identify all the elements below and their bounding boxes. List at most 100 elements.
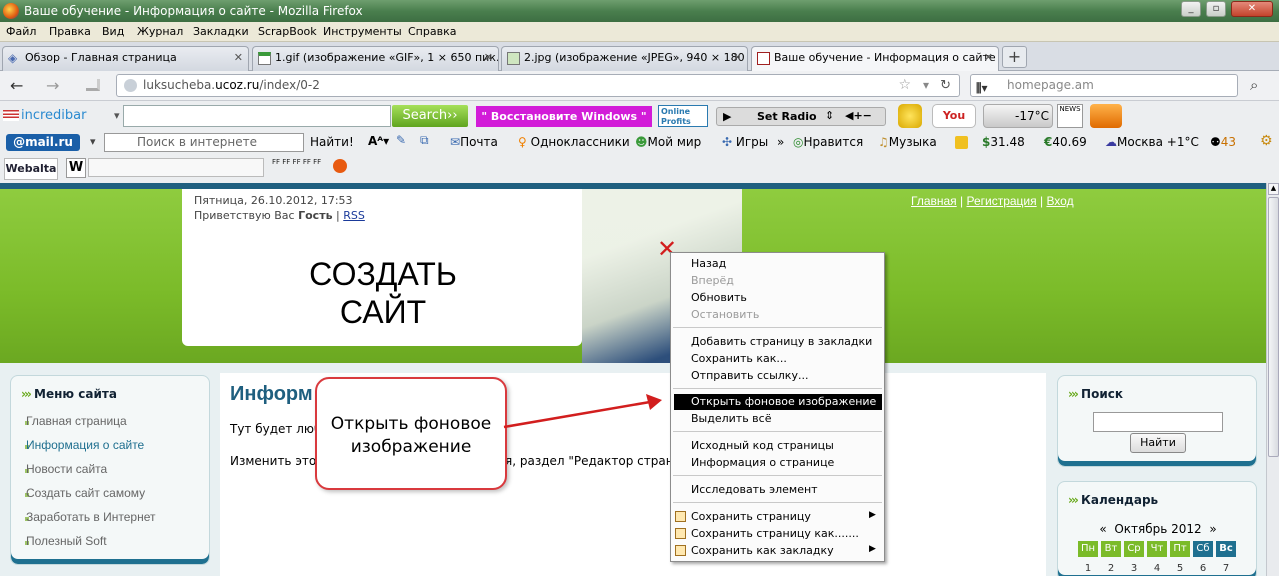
menu-bookmarks[interactable]: Закладки — [193, 25, 249, 38]
ctx-back[interactable]: Назад — [691, 257, 726, 270]
addon-icon[interactable] — [333, 159, 347, 173]
ctx-reload[interactable]: Обновить — [691, 291, 747, 304]
scroll-up-icon[interactable]: ▲ — [1268, 183, 1279, 195]
tab-jpg[interactable]: 2.jpg (изображение «JPEG», 940 × 180 ...… — [501, 46, 748, 71]
mailru-search-input[interactable]: Поиск в интернете — [104, 133, 304, 152]
calendar-date[interactable]: 3 — [1124, 561, 1144, 576]
dropdown-icon[interactable]: ▾ — [923, 75, 929, 96]
calendar-date[interactable]: 1 — [1078, 561, 1098, 576]
highlighter-icon[interactable]: ✎ — [396, 133, 406, 147]
search-icon[interactable]: ⌕ — [1250, 76, 1258, 94]
link-moy-mir[interactable]: ☻Мой мир — [635, 135, 701, 149]
menu-file[interactable]: Файл — [6, 25, 36, 38]
encoding-buttons[interactable]: FF FF FF FF FF — [272, 158, 321, 166]
reload-icon[interactable]: ↻ — [940, 75, 951, 96]
font-size-icon[interactable]: Aᴬ▾ — [368, 134, 389, 148]
link-like[interactable]: ◎Нравится — [793, 135, 863, 149]
gear-icon[interactable]: ⚙ — [1260, 133, 1273, 149]
mailru-logo[interactable]: @mail.ru — [6, 134, 80, 151]
minimize-button[interactable]: _ — [1181, 1, 1201, 17]
wiki-icon[interactable]: W — [66, 158, 86, 178]
menu-scrapbook[interactable]: ScrapBook — [258, 25, 317, 38]
calendar-next[interactable]: » — [1209, 522, 1216, 536]
calendar-date[interactable]: 2 — [1101, 561, 1121, 576]
ctx-bookmark-page[interactable]: Добавить страницу в закладки — [691, 335, 872, 348]
site-logo-text[interactable]: СОЗДАТЬ САЙТ — [182, 255, 584, 331]
screenshot-icon[interactable]: ⧉ — [420, 133, 429, 148]
mail-envelope-icon[interactable] — [1090, 104, 1122, 128]
incredibar-search-button[interactable]: Search›› — [392, 105, 468, 127]
menu-edit[interactable]: Правка — [49, 25, 91, 38]
ctx-save-page-as[interactable]: Сохранить страницу как....... — [691, 527, 859, 540]
webalta-logo[interactable]: Webalta — [4, 158, 58, 180]
url-bar[interactable]: luksucheba.ucoz.ru/index/0-2 ☆ ▾ ↻ — [116, 74, 960, 97]
news-button[interactable]: NEWS — [1057, 104, 1083, 128]
incredibar-search-input[interactable] — [123, 105, 391, 127]
link-music[interactable]: ♫Музыка — [878, 135, 937, 149]
menu-help[interactable]: Справка — [408, 25, 456, 38]
close-icon[interactable]: ✕ — [484, 47, 493, 69]
play-icon[interactable]: ▶ — [723, 110, 731, 123]
calendar-prev[interactable]: « — [1099, 522, 1106, 536]
back-arrow-icon[interactable]: ← — [10, 76, 23, 95]
notifications-counter[interactable]: ⚉43 — [1210, 135, 1236, 149]
menu-view[interactable]: Вид — [102, 25, 124, 38]
pacman-game-icon[interactable] — [898, 104, 922, 128]
sidebar-item-home[interactable]: Главная страница — [26, 414, 127, 428]
menu-history[interactable]: Журнал — [137, 25, 183, 38]
webalta-search-input[interactable] — [88, 158, 264, 177]
link-mail[interactable]: ✉Почта — [450, 135, 498, 149]
radio-station[interactable]: Set Radio — [757, 110, 817, 123]
tab-site-info[interactable]: Ваше обучение - Информация о сайте ✕ — [751, 46, 999, 72]
rss-link[interactable]: RSS — [343, 209, 365, 222]
sidebar-item-soft[interactable]: Полезный Soft — [26, 534, 107, 548]
us-flag-icon[interactable] — [3, 110, 19, 121]
euro-rate[interactable]: €40.69 — [1044, 135, 1087, 149]
calendar-date[interactable]: 5 — [1170, 561, 1190, 576]
calendar-date[interactable]: 7 — [1216, 561, 1236, 576]
site-search-input[interactable] — [1093, 412, 1223, 432]
ctx-select-all[interactable]: Выделить всё — [691, 412, 771, 425]
forward-arrow-icon[interactable]: → — [46, 76, 59, 95]
link-register[interactable]: Регистрация — [966, 194, 1036, 208]
youtube-button[interactable]: You Tube — [932, 104, 976, 144]
bag-icon[interactable] — [955, 136, 968, 149]
page-scrollbar[interactable]: ▲ — [1266, 183, 1279, 576]
tab-gif[interactable]: 1.gif (изображение «GIF», 1 × 650 пик...… — [252, 46, 499, 71]
search-bar[interactable]: ⫼▾ homepage.am — [970, 74, 1238, 97]
tab-overview[interactable]: ◈ Обзор - Главная страница ✕ — [2, 46, 249, 71]
search-engine-icon[interactable]: ⫼▾ — [976, 78, 988, 99]
calendar-date[interactable]: 4 — [1147, 561, 1167, 576]
ctx-save-as-bookmark[interactable]: Сохранить как закладку — [691, 544, 834, 557]
dollar-rate[interactable]: $31.48 — [982, 135, 1025, 149]
scrollbar-thumb[interactable] — [1268, 197, 1279, 457]
weather-link[interactable]: ☁Москва +1°С — [1105, 135, 1199, 149]
radio-player[interactable]: ▶ Set Radio ⇕ ◀+− — [716, 107, 886, 126]
maximize-button[interactable]: ▫ — [1206, 1, 1226, 17]
new-tab-button[interactable]: + — [1002, 46, 1027, 68]
incredibar-logo[interactable]: incredibar — [21, 108, 86, 123]
mailru-find-button[interactable]: Найти! — [310, 135, 354, 149]
link-login[interactable]: Вход — [1046, 194, 1073, 208]
close-icon[interactable]: ✕ — [733, 47, 742, 69]
ctx-view-source[interactable]: Исходный код страницы — [691, 439, 834, 452]
ctx-save-as[interactable]: Сохранить как... — [691, 352, 787, 365]
star-icon[interactable]: ☆ — [898, 75, 911, 96]
ctx-page-info[interactable]: Информация о странице — [691, 456, 834, 469]
menu-tools[interactable]: Инструменты — [323, 25, 402, 38]
close-icon[interactable]: ✕ — [984, 47, 993, 69]
restore-windows-button[interactable]: " Восстановите Windows " — [476, 106, 652, 127]
ctx-inspect-element[interactable]: Исследовать элемент — [691, 483, 818, 496]
dropdown-icon[interactable]: ▾ — [114, 109, 120, 122]
sidebar-item-info[interactable]: Информация о сайте — [26, 438, 144, 452]
sidebar-item-news[interactable]: Новости сайта — [26, 462, 107, 476]
dropdown-icon[interactable]: ▾ — [90, 135, 96, 148]
station-select-icon[interactable]: ⇕ — [825, 109, 834, 122]
ctx-save-page[interactable]: Сохранить страницу — [691, 510, 811, 523]
sidebar-item-earn[interactable]: Заработать в Интернет — [26, 510, 155, 524]
weather-widget[interactable]: -17°C — [983, 104, 1053, 128]
online-profits-button[interactable]: Online Profits — [658, 105, 708, 127]
ctx-send-link[interactable]: Отправить ссылку... — [691, 369, 808, 382]
link-home[interactable]: Главная — [911, 194, 957, 208]
sidebar-item-create-site[interactable]: Создать сайт самому — [26, 486, 145, 500]
